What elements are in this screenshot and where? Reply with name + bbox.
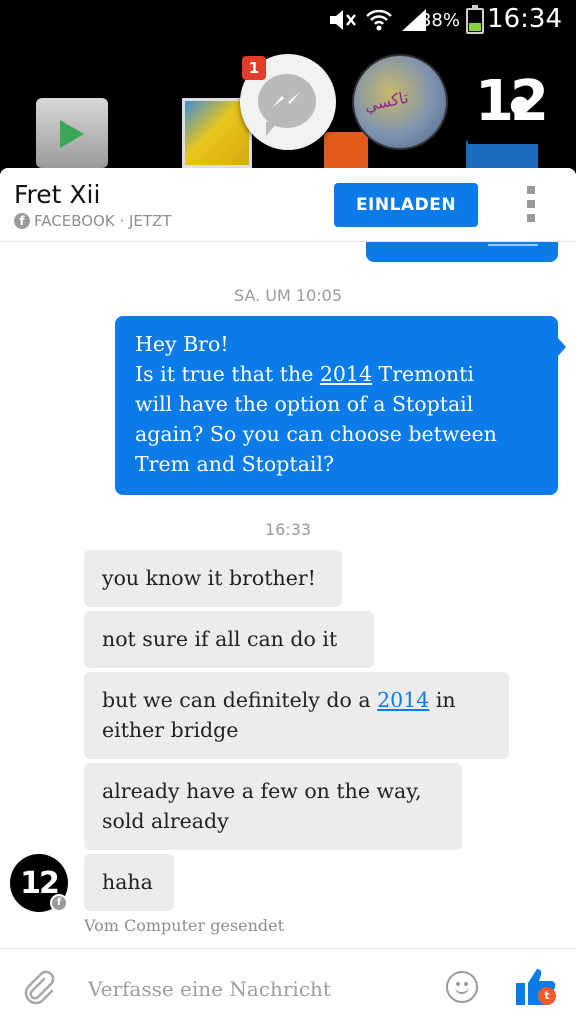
timestamp: 16:33 — [264, 520, 312, 539]
incoming-message[interactable]: not sure if all can do it — [84, 611, 374, 668]
wifi-icon — [366, 9, 392, 31]
contact-name: Fret Xii — [14, 180, 101, 209]
mute-icon — [330, 10, 356, 30]
message-input[interactable] — [88, 973, 408, 1005]
date-link[interactable]: 2014 — [377, 688, 429, 712]
invite-button[interactable]: EINLADEN — [334, 183, 478, 227]
date-link[interactable]: 2014 — [320, 362, 372, 386]
timestamp: SA. UM 10:05 — [234, 286, 342, 305]
fret-xii-chat-head[interactable]: ● ●12 — [468, 60, 552, 202]
battery-icon — [466, 5, 484, 34]
sender-avatar[interactable]: 12 f — [10, 854, 68, 912]
facebook-icon: f — [14, 213, 30, 229]
chat-header: Fret Xii f FACEBOOK · JETZT EINLADEN — [0, 168, 576, 242]
contact-subtitle: f FACEBOOK · JETZT — [14, 212, 171, 230]
sent-from-label: Vom Computer gesendet — [84, 916, 285, 935]
contact-chat-head[interactable]: تاكسي — [352, 54, 448, 150]
emoji-icon[interactable] — [446, 971, 478, 1003]
status-icons — [328, 8, 428, 32]
facebook-icon: f — [50, 894, 68, 912]
message-composer: t — [0, 948, 576, 1024]
unread-badge: 1 — [242, 56, 266, 80]
notification-badge: t — [538, 987, 556, 1005]
previous-message-bubble — [366, 242, 558, 262]
outgoing-message[interactable]: Hey Bro! Is it true that the 2014 Tremon… — [115, 316, 558, 495]
contact-status: FACEBOOK · JETZT — [34, 212, 172, 230]
play-store-icon[interactable] — [36, 98, 108, 168]
incoming-message[interactable]: haha — [84, 854, 174, 911]
incoming-message[interactable]: you know it brother! — [84, 550, 342, 607]
incoming-message[interactable]: but we can definitely do a 2014 in eithe… — [84, 672, 509, 759]
status-bar: 38% 16:34 — [0, 0, 576, 40]
messenger-icon — [272, 92, 300, 108]
battery-percent: 38% — [419, 10, 460, 31]
paperclip-icon[interactable] — [20, 969, 56, 1005]
bubble-tail — [558, 338, 566, 356]
more-options-icon[interactable] — [524, 186, 538, 222]
clock: 16:34 — [487, 4, 562, 34]
incoming-message[interactable]: already have a few on the way, sold alre… — [84, 763, 462, 850]
chat-panel: Fret Xii f FACEBOOK · JETZT EINLADEN SA.… — [0, 168, 576, 1024]
